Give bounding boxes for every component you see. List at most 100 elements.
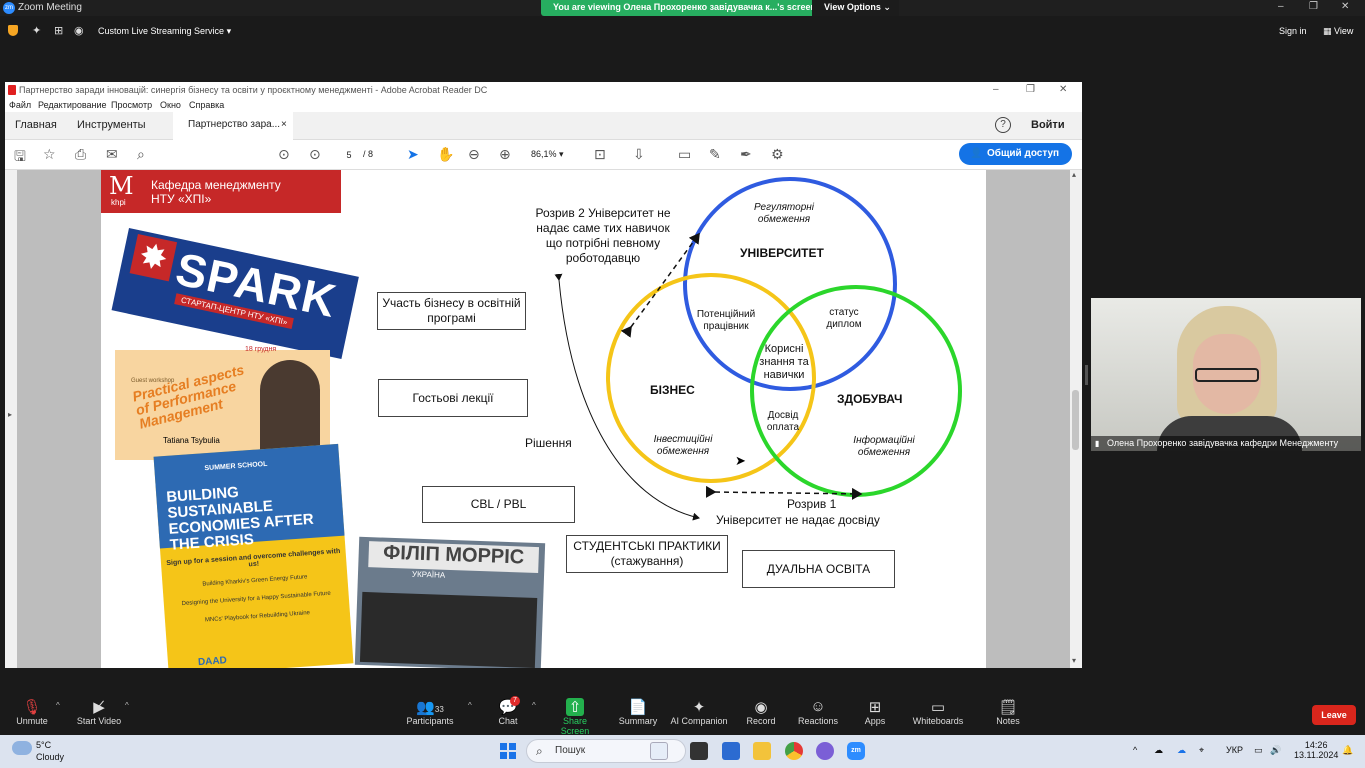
whiteboards-button[interactable]: ▭ Whiteboards	[912, 698, 964, 726]
tab-document-label: Партнерство зара...	[188, 119, 281, 130]
zoom-level-dropdown[interactable]: 86,1% ▾	[531, 149, 564, 160]
tab-document[interactable]: Партнерство зара... ×	[173, 112, 293, 140]
scrollbar-thumb[interactable]	[1072, 390, 1079, 450]
participant-video[interactable]: Олена Прохоренко завідувачка кафедри Мен…	[1091, 298, 1361, 451]
fit-page-icon[interactable]: ⊡	[594, 146, 606, 163]
record-button[interactable]: ◉ Record	[744, 698, 778, 726]
acrobat-minimize-button[interactable]: –	[993, 84, 999, 95]
leave-button[interactable]: Leave	[1312, 705, 1356, 725]
acrobat-menu-bar: Файл Редактирование Просмотр Окно Справк…	[5, 98, 1082, 112]
menu-file[interactable]: Файл	[9, 100, 31, 110]
participants-button[interactable]: 👥33 Participants	[406, 698, 454, 726]
volume-icon[interactable]: 🔊	[1270, 745, 1281, 756]
file-explorer-icon[interactable]	[753, 742, 771, 760]
mouse-cursor-icon: ➤	[735, 453, 746, 468]
gap2-label: Розрив 2 Університет не надає саме тих н…	[535, 206, 671, 265]
star-icon[interactable]: ☆	[43, 146, 56, 163]
menu-view[interactable]: Просмотр	[111, 100, 152, 110]
language-indicator[interactable]: УКР	[1226, 745, 1243, 755]
acrobat-restore-button[interactable]: ❐	[1026, 84, 1035, 95]
information-constraints: Інформаційні обмеження	[853, 435, 915, 458]
participants-icon: 👥33	[416, 699, 444, 716]
acrobat-close-button[interactable]: ✕	[1059, 84, 1067, 95]
security-shield-icon[interactable]	[8, 25, 18, 36]
share-screen-button[interactable]: ⇧ Share Screen	[548, 698, 602, 736]
zoom-top-toolbar: ✦ ⊞ ◉ Custom Live Streaming Service ▾ Si…	[0, 16, 1365, 46]
ai-companion-button[interactable]: ✦ AI Companion	[670, 698, 728, 726]
chat-button[interactable]: 💬 7 Chat	[494, 696, 522, 726]
unmute-button[interactable]: 🎙 Unmute	[14, 698, 50, 726]
pdf-page: M khpi Кафедра менеджменту НТУ «ХПІ» ✸ S…	[101, 170, 986, 668]
chrome-icon[interactable]	[785, 742, 803, 760]
notification-bell-icon[interactable]: 🔔	[1342, 745, 1353, 756]
select-cursor-icon[interactable]: ➤	[407, 146, 419, 163]
business-label: БІЗНЕС	[650, 383, 695, 397]
store-app-icon[interactable]	[722, 742, 740, 760]
prev-page-icon[interactable]: ⊙	[278, 146, 290, 163]
widget-app-icon[interactable]	[650, 742, 668, 760]
zoom-app-icon[interactable]: zm	[847, 742, 865, 760]
restore-button[interactable]: ❐	[1309, 1, 1318, 12]
pen-icon[interactable]: ✎	[709, 146, 721, 163]
view-button[interactable]: ▦ View	[1323, 26, 1353, 37]
vertical-scrollbar[interactable]: ▴ ▾	[1070, 170, 1082, 668]
grid-icon[interactable]: ⊞	[54, 24, 63, 37]
video-resize-handle[interactable]	[1085, 365, 1088, 385]
reactions-button[interactable]: ☺ Reactions	[797, 698, 839, 726]
more-tools-icon[interactable]: ⚙	[771, 146, 784, 163]
viber-icon[interactable]	[816, 742, 834, 760]
menu-window[interactable]: Окно	[160, 100, 181, 110]
apps-button[interactable]: ⊞ Apps	[860, 698, 890, 726]
weather-condition[interactable]: Cloudy	[36, 752, 64, 762]
zoom-in-icon[interactable]: ⊕	[499, 146, 511, 163]
save-icon[interactable]: 🖫	[14, 146, 26, 170]
weather-temp[interactable]: 5°C	[36, 740, 51, 750]
zoom-control-bar: 🎙 Unmute ^ ▶̸ Start Video ^ 👥33 Participant…	[0, 690, 1365, 736]
comment-icon[interactable]: ▭	[678, 146, 691, 163]
search-icon: ⌕	[536, 744, 543, 758]
left-panel-toggle[interactable]: ▸	[5, 170, 17, 668]
sparkle-icon[interactable]: ✦	[32, 24, 41, 37]
tab-close-icon[interactable]: ×	[281, 119, 287, 130]
sign-in-button[interactable]: Sign in	[1279, 26, 1307, 36]
hand-tool-icon[interactable]: ✋	[437, 146, 454, 163]
cloud-icon[interactable]	[12, 741, 32, 755]
search-icon[interactable]: ⌕	[137, 146, 145, 163]
windows-start-icon[interactable]	[500, 743, 516, 759]
display-icon[interactable]: ▭	[1254, 745, 1263, 756]
zoom-out-icon[interactable]: ⊖	[468, 146, 480, 163]
close-button[interactable]: ✕	[1341, 1, 1349, 12]
sign-icon[interactable]: ✒	[740, 146, 752, 163]
network-icon[interactable]: ⌖	[1199, 745, 1204, 756]
taskbar-clock[interactable]: 14:26 13.11.2024	[1294, 740, 1338, 760]
login-button[interactable]: Войти	[1031, 119, 1065, 131]
cloud-sync-icon[interactable]: ☁	[1177, 745, 1186, 756]
menu-edit[interactable]: Редактирование	[38, 100, 107, 110]
next-page-icon[interactable]: ⊙	[309, 146, 321, 163]
start-video-button[interactable]: ▶̸ Start Video	[76, 698, 122, 726]
view-options-button[interactable]: View Options ⌄	[812, 0, 899, 16]
task-view-icon[interactable]	[690, 742, 708, 760]
help-icon[interactable]: ?	[995, 117, 1011, 133]
menu-help[interactable]: Справка	[189, 100, 224, 110]
summary-icon: 📄	[628, 699, 648, 716]
live-stream-dropdown[interactable]: Custom Live Streaming Service ▾	[98, 26, 231, 37]
smiley-icon: ☺	[810, 698, 826, 715]
share-access-button[interactable]: 👤 Общий доступ	[959, 143, 1072, 165]
tray-chevron-icon[interactable]: ^	[1133, 745, 1137, 755]
print-icon[interactable]: ⎙	[75, 146, 86, 163]
tab-tools[interactable]: Инструменты	[77, 119, 146, 131]
scroll-mode-icon[interactable]: ⇩	[633, 146, 645, 163]
tab-home[interactable]: Главная	[15, 119, 57, 131]
page-total: / 8	[363, 149, 374, 159]
notes-button[interactable]: 🗒 Notes	[992, 698, 1024, 726]
page-number-input[interactable]: 5	[338, 147, 360, 163]
summary-button[interactable]: 📄 Summary	[618, 698, 658, 726]
sparkle-icon: ✦	[692, 699, 706, 716]
screen-share-banner: You are viewing Олена Прохоренко завідув…	[541, 0, 899, 16]
minimize-button[interactable]: –	[1278, 1, 1284, 12]
live-stream-icon[interactable]: ◉	[74, 24, 84, 37]
email-icon[interactable]: ✉	[106, 146, 118, 163]
onedrive-icon[interactable]: ☁	[1154, 745, 1163, 756]
acrobat-title: Партнерство заради інновацій: синергія б…	[19, 85, 488, 95]
